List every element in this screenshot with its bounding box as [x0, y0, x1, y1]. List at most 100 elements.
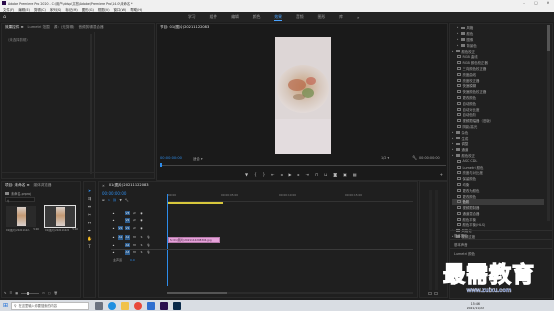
source-patch-button[interactable]	[118, 218, 123, 223]
sequence-tab[interactable]: 01(图片)20211122083	[109, 183, 149, 188]
track-target-button[interactable]: A1	[125, 235, 130, 240]
home-icon[interactable]: ⌂	[3, 14, 9, 20]
sync-lock-icon[interactable]: ⇄	[132, 211, 137, 216]
project-clip[interactable]: 01(图片)20211122083...5:00	[44, 205, 78, 232]
source-tab-0[interactable]: 效果控件 ≡	[5, 25, 24, 30]
track-target-button[interactable]: A2	[125, 242, 130, 247]
playhead-marker[interactable]	[160, 163, 162, 167]
workspace-tab-0[interactable]: 学习	[188, 14, 196, 20]
v1-clip[interactable]: fx 01(图片)2021112208304.jpg	[168, 237, 220, 243]
pen-tool-icon[interactable]: ✒	[88, 228, 91, 233]
selection-tool-icon[interactable]: ➤	[88, 188, 91, 193]
mic-icon[interactable]: 🎙︎	[146, 250, 151, 255]
source-tab-3[interactable]: 音频剪辑混合器	[78, 25, 103, 30]
source-patch-button[interactable]	[118, 250, 123, 255]
mute-button[interactable]: M	[132, 250, 137, 255]
add-marker-icon[interactable]: ▼	[245, 172, 248, 177]
track-lock-icon[interactable]: 🔒︎	[111, 235, 116, 240]
compare-icon[interactable]: ▣	[343, 172, 347, 177]
track-target-button[interactable]: V2	[125, 218, 130, 223]
menu-item-4[interactable]: 标记(M)	[65, 7, 77, 12]
add-marker-timeline-icon[interactable]: ▼	[120, 198, 122, 202]
chrome-icon[interactable]	[134, 301, 143, 310]
windows-start-icon[interactable]: ⊞	[3, 302, 8, 309]
task-view-icon[interactable]	[95, 301, 104, 310]
go-to-out-icon[interactable]: ⇥	[306, 172, 309, 177]
workspace-tab-1[interactable]: 组件	[210, 14, 218, 20]
menu-item-3[interactable]: 序列(S)	[50, 7, 62, 12]
close-button[interactable]: ✕	[542, 1, 554, 5]
go-to-in-icon[interactable]: ⇤	[271, 172, 274, 177]
ripple-edit-tool-icon[interactable]: ⇹	[88, 204, 91, 209]
mic-icon[interactable]: 🎙︎	[146, 235, 151, 240]
menu-item-8[interactable]: 帮助(H)	[130, 7, 142, 12]
write-lock-icon[interactable]: ✎	[4, 291, 7, 295]
effects-scroll-thumb[interactable]	[547, 25, 550, 51]
file-explorer-icon[interactable]	[121, 301, 130, 310]
track-lock-icon[interactable]: 🔒︎	[111, 211, 116, 216]
effects-section-1[interactable]: 基本声音	[450, 239, 552, 248]
hand-tool-icon[interactable]: ✋	[87, 236, 92, 241]
proxy-icon[interactable]: ▦	[353, 172, 357, 177]
new-bin-icon[interactable]: ▭	[42, 291, 45, 295]
source-tab-2[interactable]: 源：(无剪辑)	[54, 25, 75, 30]
resolution-dropdown[interactable]: 1/2 ▾	[381, 156, 389, 160]
program-timecode[interactable]: 00:00:00:00	[160, 156, 182, 160]
solo-button[interactable]: S	[139, 235, 144, 240]
slip-tool-icon[interactable]: ↔	[88, 220, 91, 225]
program-monitor-tab[interactable]: 节目: 01(图片)20211122083	[160, 25, 209, 30]
play-icon[interactable]: ▶	[289, 172, 292, 177]
track-target-button[interactable]: V1	[125, 225, 130, 230]
solo-button[interactable]: S	[139, 243, 144, 248]
store-icon[interactable]	[147, 301, 156, 310]
close-sequence-icon[interactable]: ✕	[102, 184, 105, 188]
workspace-more-button[interactable]: »	[357, 15, 359, 20]
menu-item-7[interactable]: 窗口(W)	[114, 7, 127, 12]
mic-icon[interactable]: 🎙︎	[146, 243, 151, 248]
effects-scrollbar[interactable]	[547, 25, 550, 221]
project-search[interactable]: ⚲	[5, 197, 35, 203]
list-view-icon[interactable]: ☰	[10, 291, 13, 295]
mark-out-icon[interactable]: }	[263, 172, 266, 177]
source-tab-1[interactable]: Lumetri 范围	[28, 25, 50, 30]
source-patch-button[interactable]	[118, 243, 123, 248]
work-area-bar[interactable]	[167, 202, 223, 204]
edge-browser-icon[interactable]	[108, 301, 117, 310]
track-lock-icon[interactable]: 🔒︎	[111, 226, 116, 231]
timeline-horizontal-scrollbar[interactable]	[167, 292, 413, 294]
project-clip[interactable]: 01(图片)20211122... 5:00	[6, 206, 39, 232]
zoom-slider[interactable]	[21, 291, 40, 295]
step-back-icon[interactable]: ◂	[281, 172, 283, 177]
export-frame-icon[interactable]: ◙	[333, 172, 337, 177]
snap-icon[interactable]: ∩	[108, 198, 110, 202]
solo-button[interactable]: S	[139, 250, 144, 255]
menu-item-5[interactable]: 图形(G)	[82, 7, 94, 12]
eye-icon[interactable]: ◉	[139, 211, 144, 216]
eye-icon[interactable]: ◉	[139, 218, 144, 223]
wrench-icon[interactable]: 🔧︎	[412, 155, 417, 160]
workspace-tab-6[interactable]: 图形	[318, 14, 326, 20]
icon-view-icon[interactable]: ▦	[15, 291, 18, 295]
fit-dropdown[interactable]: 适合 ▾	[193, 156, 203, 161]
trash-icon[interactable]: 🗑︎	[54, 291, 58, 295]
source-patch-button[interactable]: A1	[118, 235, 123, 240]
timeline-timecode[interactable]: 00:00:00:00	[102, 191, 126, 196]
track-lock-icon[interactable]: 🔒︎	[111, 250, 116, 255]
workspace-tab-3[interactable]: 颜色	[253, 14, 261, 20]
maximize-button[interactable]: □	[530, 1, 542, 5]
track-target-button[interactable]: A3	[125, 250, 130, 255]
timeline-settings-icon[interactable]: 🔧︎	[125, 198, 129, 202]
mute-button[interactable]: M	[132, 243, 137, 248]
workspace-tab-7[interactable]: 库	[339, 14, 343, 20]
workspace-tab-2[interactable]: 编辑	[231, 14, 239, 20]
minimize-button[interactable]: –	[518, 1, 530, 5]
extract-icon[interactable]: ⊔	[324, 172, 327, 177]
new-item-icon[interactable]: ▢	[48, 291, 51, 295]
menu-item-0[interactable]: 文件(F)	[3, 7, 14, 12]
linked-selection-icon[interactable]: ⛓	[113, 198, 117, 202]
taskbar-search[interactable]: ⚲ 在这里输入你要搜索的内容	[11, 301, 90, 310]
timeline-ruler[interactable]: :00:00 00:00:05:00 00:00:10:00 00:00:15:00	[167, 193, 413, 202]
source-patch-button[interactable]: V1	[118, 225, 123, 230]
razor-tool-icon[interactable]: ✂	[88, 212, 91, 217]
menu-item-6[interactable]: 视图(V)	[98, 7, 110, 12]
